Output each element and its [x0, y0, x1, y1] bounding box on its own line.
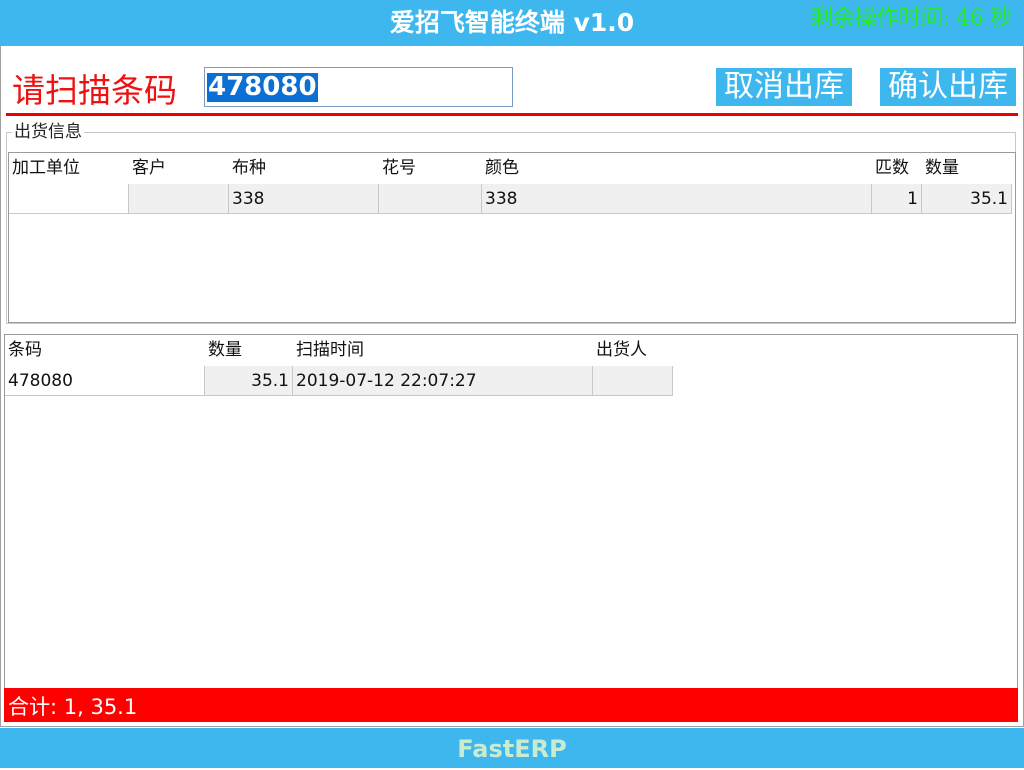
shipment-info-legend: 出货信息 [12, 121, 84, 143]
column-header[interactable]: 加工单位 [9, 153, 129, 183]
table-cell[interactable] [129, 184, 229, 214]
column-header[interactable]: 颜色 [482, 153, 872, 183]
divider [6, 113, 1018, 116]
table-cell[interactable] [379, 184, 482, 214]
table-cell[interactable]: 35.1 [205, 366, 293, 396]
timer-label: 剩余操作时间: [810, 6, 950, 31]
timer-value: 46 [955, 6, 984, 31]
timer-unit: 秒 [989, 6, 1012, 31]
table-cell[interactable] [9, 184, 129, 214]
column-header[interactable]: 出货人 [593, 335, 673, 365]
remaining-time: 剩余操作时间: 46 秒 [811, 3, 1012, 35]
table-cell[interactable]: 35.1 [922, 184, 1012, 214]
table-cell[interactable]: 338 [229, 184, 379, 214]
scan-prompt-label: 请扫描条码 [12, 71, 177, 110]
table-cell[interactable]: 1 [872, 184, 922, 214]
table-row[interactable]: 338 338 1 35.1 [9, 184, 1015, 214]
scanned-items-table[interactable]: 条码 数量 扫描时间 出货人 478080 35.1 2019-07-12 22… [4, 334, 1018, 690]
column-header[interactable]: 布种 [229, 153, 379, 183]
brand-label: FastERP [457, 735, 567, 763]
column-header[interactable]: 花号 [379, 153, 482, 183]
table-cell[interactable]: 478080 [5, 366, 205, 396]
shipment-info-table[interactable]: 加工单位 客户 布种 花号 颜色 匹数 数量 338 338 1 35.1 [8, 152, 1016, 323]
column-header[interactable]: 数量 [205, 335, 293, 365]
column-header[interactable]: 数量 [922, 153, 1012, 183]
table-cell[interactable] [593, 366, 673, 396]
table-cell[interactable]: 2019-07-12 22:07:27 [293, 366, 593, 396]
barcode-input-value[interactable]: 478080 [207, 73, 318, 102]
table-header-row: 条码 数量 扫描时间 出货人 [5, 335, 675, 365]
column-header[interactable]: 条码 [5, 335, 205, 365]
cancel-outbound-button[interactable]: 取消出库 [716, 68, 852, 106]
table-header-row: 加工单位 客户 布种 花号 颜色 匹数 数量 [9, 153, 1015, 183]
column-header[interactable]: 匹数 [872, 153, 922, 183]
column-header[interactable]: 客户 [129, 153, 229, 183]
barcode-input[interactable]: 478080 [204, 67, 513, 107]
column-header[interactable]: 扫描时间 [293, 335, 593, 365]
title-bar: 爱招飞智能终端 v1.0 剩余操作时间: 46 秒 [0, 0, 1024, 46]
table-row[interactable]: 478080 35.1 2019-07-12 22:07:27 [5, 366, 675, 396]
bottom-bar: FastERP [0, 728, 1024, 768]
table-cell[interactable]: 338 [482, 184, 872, 214]
confirm-outbound-button[interactable]: 确认出库 [880, 68, 1016, 106]
summary-total: 合计: 1, 35.1 [4, 688, 1018, 722]
